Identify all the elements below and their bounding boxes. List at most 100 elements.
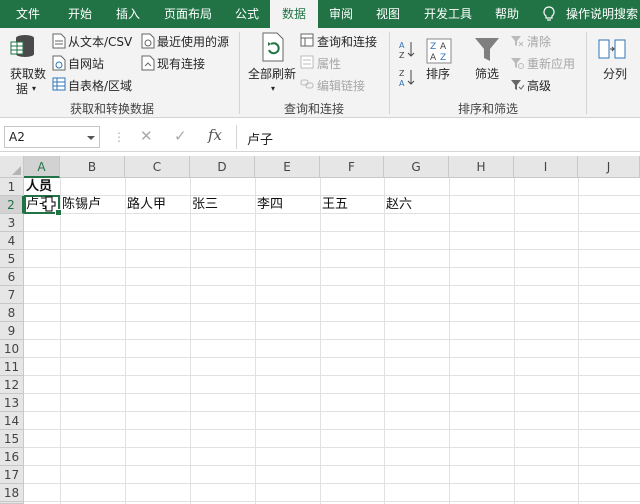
formula-bar-grip: ⋮ (113, 130, 125, 144)
recent-sources-button[interactable]: 最近使用的源 (157, 34, 229, 50)
row-header-11[interactable]: 11 (0, 358, 24, 376)
group-label-sort-filter: 排序和筛选 (458, 102, 519, 116)
column-header-h[interactable]: H (449, 156, 514, 178)
tab-insert[interactable]: 插入 (104, 0, 152, 28)
tab-review[interactable]: 审阅 (318, 0, 364, 28)
column-header-e[interactable]: E (255, 156, 320, 178)
svg-text:Z: Z (399, 51, 405, 60)
from-web-button[interactable]: 自网站 (68, 56, 104, 72)
from-text-csv-button[interactable]: 从文本/CSV (68, 34, 132, 50)
reapply-button[interactable]: 重新应用 (527, 56, 575, 72)
row-header-13[interactable]: 13 (0, 394, 24, 412)
row-header-15[interactable]: 15 (0, 430, 24, 448)
row-header-16[interactable]: 16 (0, 448, 24, 466)
column-header-j[interactable]: J (578, 156, 640, 178)
formula-bar: A2 ⋮ ✕ ✓ fx 卢子 (0, 122, 640, 152)
filter-funnel-icon (475, 38, 499, 61)
name-box[interactable]: A2 (4, 126, 100, 148)
group-label-queries: 查询和连接 (284, 102, 345, 116)
tab-file[interactable]: 文件 (0, 0, 56, 28)
formula-content: 卢子 (247, 133, 274, 148)
select-all-button[interactable] (0, 156, 24, 178)
enter-icon[interactable]: ✓ (174, 127, 187, 145)
clear-button[interactable]: 清除 (527, 34, 551, 50)
tab-developer[interactable]: 开发工具 (412, 0, 484, 28)
row-header-2[interactable]: 2 (0, 196, 24, 214)
sort-descending-icon: ZA (399, 69, 415, 88)
row-header-9[interactable]: 9 (0, 322, 24, 340)
row-header-1[interactable]: 1 (0, 178, 24, 196)
cell-f2[interactable]: 王五 (320, 196, 348, 214)
properties-button[interactable]: 属性 (317, 56, 341, 72)
row-header-3[interactable]: 3 (0, 214, 24, 232)
column-header-i[interactable]: I (514, 156, 578, 178)
column-header-b[interactable]: B (60, 156, 125, 178)
tell-me-search[interactable]: 操作说明搜索 (566, 0, 640, 28)
column-header-d[interactable]: D (190, 156, 255, 178)
cancel-icon[interactable]: ✕ (140, 127, 153, 145)
row-header-4[interactable]: 4 (0, 232, 24, 250)
row-header-18[interactable]: 18 (0, 484, 24, 502)
sort-dialog-icon: ZA AZ (426, 38, 452, 64)
text-to-columns-icon (598, 39, 626, 59)
ribbon-data: 获取数 据 ▾ 从文本/CSV 自网站 自表格/区域 最近使用的源 现有连接 获… (0, 28, 640, 118)
cell-b2[interactable]: 陈锡卢 (60, 196, 101, 214)
excel-window: 文件 开始 插入 页面布局 公式 数据 审阅 视图 开发工具 帮助 操作说明搜索… (0, 0, 640, 504)
sort-button[interactable]: 排序 (426, 66, 450, 82)
cell-c2[interactable]: 路人甲 (125, 196, 166, 214)
chevron-down-icon[interactable] (87, 136, 95, 140)
tab-view[interactable]: 视图 (364, 0, 412, 28)
get-data-button[interactable]: 获取数 (10, 66, 46, 82)
table-icon (52, 77, 66, 91)
row-header-14[interactable]: 14 (0, 412, 24, 430)
cell-cursor-icon (42, 196, 56, 212)
table-row: 卢子 陈锡卢 路人甲 张三 李四 王五 赵六 (24, 196, 640, 214)
text-to-columns-button[interactable]: 分列 (603, 66, 627, 82)
cell-a1[interactable]: 人员 (24, 178, 52, 196)
tab-formulas[interactable]: 公式 (224, 0, 270, 28)
svg-text:A: A (430, 53, 437, 63)
row-header-6[interactable]: 6 (0, 268, 24, 286)
cell-g2[interactable]: 赵六 (384, 196, 412, 214)
text-file-icon (52, 33, 66, 49)
web-page-icon (52, 55, 66, 71)
column-header-c[interactable]: C (125, 156, 190, 178)
row-header-8[interactable]: 8 (0, 304, 24, 322)
row-header-17[interactable]: 17 (0, 466, 24, 484)
row-header-5[interactable]: 5 (0, 250, 24, 268)
row-header-7[interactable]: 7 (0, 286, 24, 304)
insert-function-icon[interactable]: fx (208, 126, 222, 144)
group-separator (586, 32, 587, 114)
queries-connections-icon (300, 33, 314, 47)
tab-page-layout[interactable]: 页面布局 (152, 0, 224, 28)
svg-text:A: A (440, 42, 447, 52)
properties-icon (300, 55, 314, 69)
lightbulb-icon (543, 6, 555, 21)
reapply-icon (511, 58, 524, 69)
column-header-a[interactable]: A (24, 156, 60, 178)
tab-home[interactable]: 开始 (56, 0, 104, 28)
clear-filter-icon (511, 36, 524, 47)
svg-text:Z: Z (399, 69, 405, 78)
row-header-12[interactable]: 12 (0, 376, 24, 394)
worksheet-grid[interactable]: A B C D E F G H I J 1 2 3 4 5 6 7 8 9 10… (0, 156, 640, 504)
tab-data[interactable]: 数据 (270, 0, 318, 30)
group-separator (239, 32, 240, 114)
cell-d2[interactable]: 张三 (190, 196, 218, 214)
column-header-g[interactable]: G (384, 156, 449, 178)
from-table-button[interactable]: 自表格/区域 (68, 78, 132, 94)
queries-connections-button[interactable]: 查询和连接 (317, 34, 377, 50)
svg-text:Z: Z (440, 53, 446, 63)
existing-connections-button[interactable]: 现有连接 (157, 56, 205, 72)
refresh-all-button[interactable]: 全部刷新 (248, 66, 296, 82)
formula-input[interactable]: 卢子 (236, 125, 640, 149)
existing-connections-icon (141, 55, 155, 71)
filter-button[interactable]: 筛选 (475, 66, 499, 82)
column-header-f[interactable]: F (320, 156, 384, 178)
cell-e2[interactable]: 李四 (255, 196, 283, 214)
tab-help[interactable]: 帮助 (484, 0, 530, 28)
row-header-10[interactable]: 10 (0, 340, 24, 358)
edit-links-icon (300, 79, 314, 89)
edit-links-button[interactable]: 编辑链接 (317, 78, 365, 94)
advanced-button[interactable]: 高级 (527, 78, 551, 94)
